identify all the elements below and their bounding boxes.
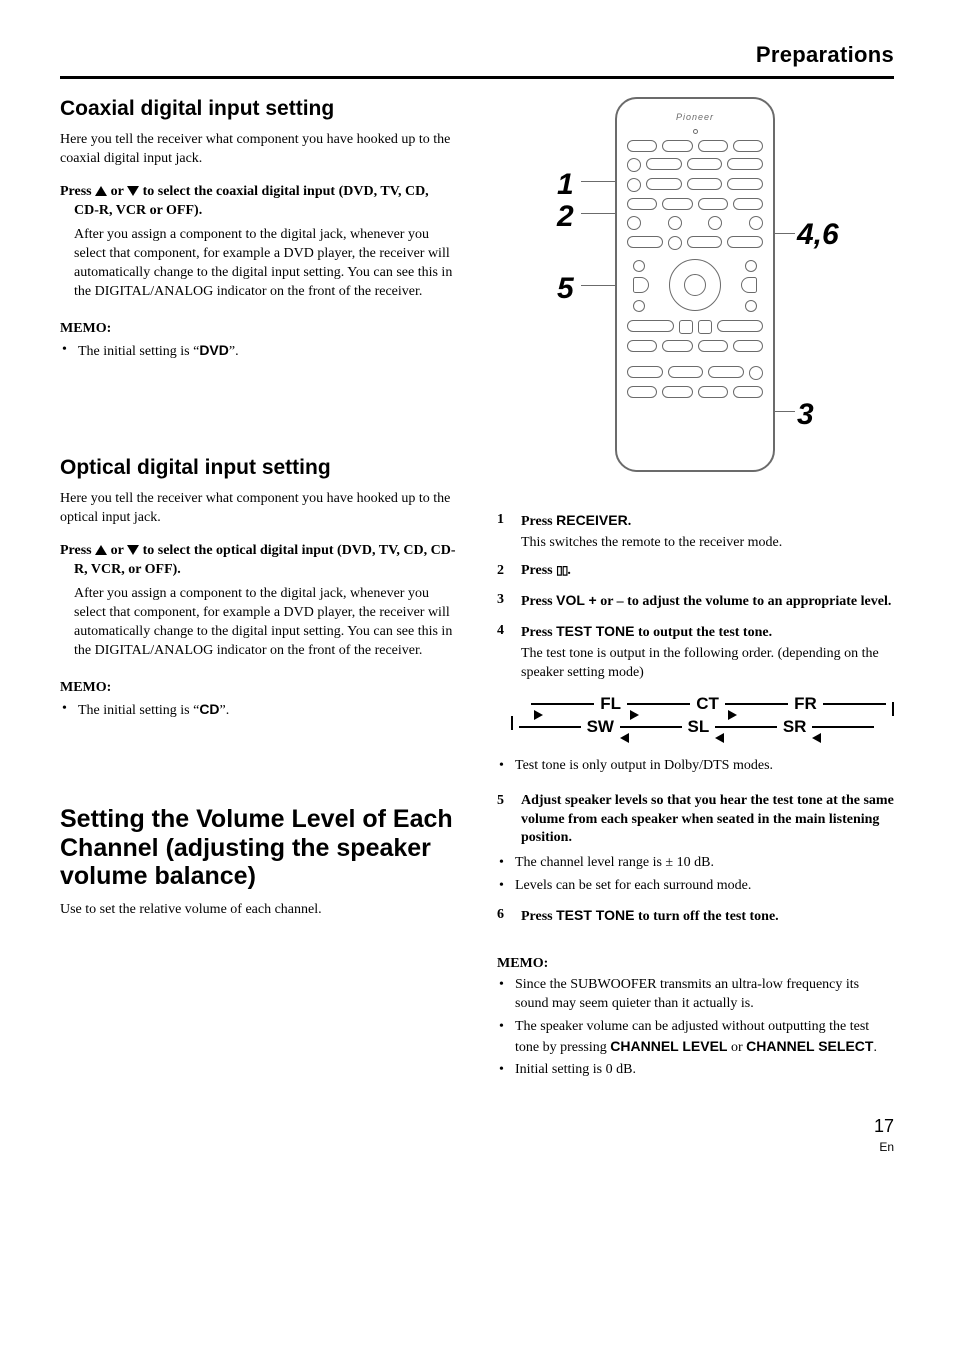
callout-5: 5	[557, 269, 574, 310]
flow-sw: SW	[587, 716, 614, 739]
flow-fl: FL	[600, 693, 621, 716]
step-2: 2 Press ▯▯.	[497, 562, 894, 581]
step4-notes: Test tone is only output in Dolby/DTS mo…	[497, 757, 894, 776]
step-4-body: The test tone is output in the following…	[521, 645, 894, 683]
page-number: 17	[60, 1114, 894, 1138]
triangle-up-icon	[95, 545, 107, 555]
section-title: Preparations	[756, 42, 894, 67]
speaker-flow-diagram: FL CT FR SW SL SR	[511, 693, 894, 739]
flow-ct: CT	[696, 693, 719, 716]
callout-line	[581, 181, 615, 183]
opt-memo-list: The initial setting is “CD”.	[60, 700, 457, 721]
callout-line	[775, 233, 795, 235]
right-column: 1 2 5 4,6 3 Pioneer	[497, 97, 894, 1085]
callout-46: 4,6	[797, 215, 839, 256]
opt-body: After you assign a component to the digi…	[74, 585, 457, 661]
right-memo-h: MEMO:	[497, 955, 894, 974]
memo-subwoofer: Since the SUBWOOFER transmits an ultra-l…	[497, 976, 894, 1014]
coax-memo-list: The initial setting is “DVD”.	[60, 341, 457, 362]
opt-memo-h: MEMO:	[60, 679, 457, 698]
coax-memo-item: The initial setting is “DVD”.	[60, 341, 457, 362]
note-surround: Levels can be set for each surround mode…	[497, 877, 894, 896]
step-3: 3 Press VOL + or – to adjust the volume …	[497, 591, 894, 612]
flow-sr: SR	[783, 716, 807, 739]
triangle-down-icon	[127, 545, 139, 555]
note-range: The channel level range is ± 10 dB.	[497, 854, 894, 873]
triangle-up-icon	[95, 186, 107, 196]
remote-led-icon	[693, 129, 698, 134]
step-1-body: This switches the remote to the receiver…	[521, 534, 894, 553]
callout-line	[775, 411, 795, 413]
memo-initial: Initial setting is 0 dB.	[497, 1061, 894, 1080]
step-6: 6 Press TEST TONE to turn off the test t…	[497, 906, 894, 927]
page-header: Preparations	[60, 40, 894, 79]
opt-intro: Here you tell the receiver what componen…	[60, 490, 457, 528]
vol-heading: Setting the Volume Level of Each Channel…	[60, 805, 457, 891]
opt-action: Press or to select the optical digital i…	[74, 542, 457, 580]
opt-memo-item: The initial setting is “CD”.	[60, 700, 457, 721]
remote-brand: Pioneer	[627, 111, 763, 123]
coax-memo-h: MEMO:	[60, 320, 457, 339]
left-column: Coaxial digital input setting Here you t…	[60, 97, 457, 1085]
coax-heading: Coaxial digital input setting	[60, 97, 457, 121]
callout-line	[581, 285, 615, 287]
page-footer: 17 En	[60, 1114, 894, 1154]
right-memo-list: Since the SUBWOOFER transmits an ultra-l…	[497, 976, 894, 1080]
coax-body: After you assign a component to the digi…	[74, 226, 457, 302]
flow-sl: SL	[688, 716, 710, 739]
note-dolby: Test tone is only output in Dolby/DTS mo…	[497, 757, 894, 776]
page-lang: En	[60, 1139, 894, 1155]
coax-intro: Here you tell the receiver what componen…	[60, 131, 457, 169]
callout-line	[581, 213, 615, 215]
memo-channel: The speaker volume can be adjusted witho…	[497, 1018, 894, 1058]
remote-diagram: 1 2 5 4,6 3 Pioneer	[497, 97, 894, 487]
coax-action-pre: Press	[60, 184, 95, 199]
opt-heading: Optical digital input setting	[60, 456, 457, 480]
step-4: 4 Press TEST TONE to output the test ton…	[497, 622, 894, 643]
flow-fr: FR	[794, 693, 817, 716]
callout-2: 2	[557, 197, 574, 238]
steps-list: 1 Press RECEIVER. This switches the remo…	[497, 511, 894, 927]
coax-action-mid: or	[107, 184, 127, 199]
step5-notes: The channel level range is ± 10 dB. Leve…	[497, 854, 894, 896]
triangle-down-icon	[127, 186, 139, 196]
dolby-icon: ▯▯	[556, 562, 567, 578]
remote-body: Pioneer	[615, 97, 775, 472]
coax-action: Press or to select the coaxial digital i…	[74, 183, 457, 221]
callout-3: 3	[797, 395, 814, 436]
step-5: 5 Adjust speaker levels so that you hear…	[497, 792, 894, 849]
vol-intro: Use to set the relative volume of each c…	[60, 901, 457, 920]
step-1: 1 Press RECEIVER.	[497, 511, 894, 532]
